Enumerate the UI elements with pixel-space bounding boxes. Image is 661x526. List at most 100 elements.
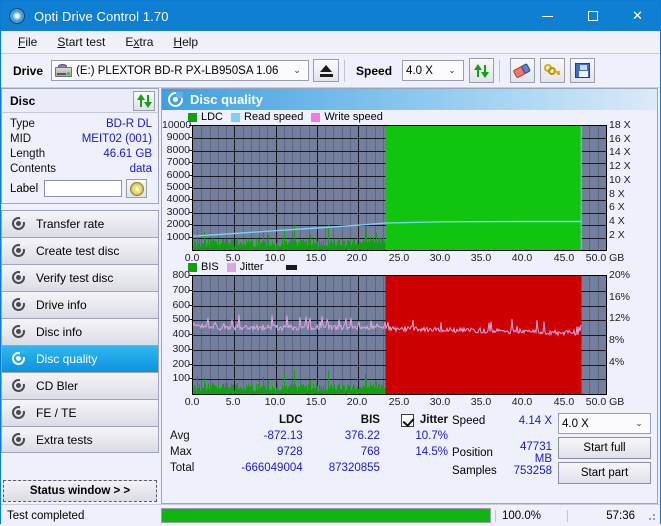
save-button[interactable] xyxy=(570,58,596,83)
disc-refresh-button[interactable] xyxy=(133,90,155,111)
disc-icon xyxy=(11,405,27,421)
keys-button[interactable] xyxy=(540,58,566,83)
speed-label: Speed xyxy=(356,63,393,78)
erase-button[interactable] xyxy=(510,58,536,83)
stats-row-label: Total xyxy=(170,462,195,474)
menu-extra[interactable]: Extra xyxy=(116,33,162,51)
y-axis-tick-label: 1000 xyxy=(166,231,190,243)
y-axis-tick-label: 200 xyxy=(172,358,190,370)
y2-axis-tick-label: 18 X xyxy=(609,119,631,131)
position-readout-label: Position xyxy=(452,447,493,459)
y2-axis-tick-label: 4 X xyxy=(609,215,625,227)
speed-readout-value: 4.14 X xyxy=(518,415,552,427)
menu-bar: File Start test Extra Help xyxy=(1,31,660,54)
test-speed-select[interactable]: 4.0 X ⌄ xyxy=(558,413,651,434)
menu-help[interactable]: Help xyxy=(164,33,207,51)
y-axis-tick xyxy=(189,150,192,151)
disc-icon xyxy=(11,351,27,367)
minimize-button[interactable] xyxy=(525,1,570,31)
grid-line-vertical xyxy=(606,276,607,394)
y-axis-tick xyxy=(189,187,192,188)
refresh-icon xyxy=(474,63,490,78)
stats-row-label: Max xyxy=(170,446,192,458)
sidebar-item-label: CD Bler xyxy=(36,379,79,393)
legend-swatch-write-speed xyxy=(311,112,321,122)
start-part-button[interactable]: Start part xyxy=(558,462,651,484)
resize-grip[interactable] xyxy=(645,510,657,522)
refresh-button[interactable] xyxy=(469,58,495,83)
x-axis-tick-label: 5.0 xyxy=(225,396,241,408)
sidebar-item-disc-quality[interactable]: Disc quality xyxy=(1,345,159,372)
y-axis-tick xyxy=(189,349,192,350)
main-area: Disc Type BD-R DL MID MEIT02 (001) Lengt… xyxy=(1,88,660,504)
chevron-down-icon: ⌄ xyxy=(448,65,456,75)
bis-chart-saturated-block xyxy=(385,276,582,394)
progress-percent: 100.0% xyxy=(495,509,567,522)
sidebar-item-label: Disc info xyxy=(36,325,83,339)
sidebar-item-create-test-disc[interactable]: Create test disc xyxy=(1,237,159,264)
elapsed-time: 57:36 xyxy=(567,509,645,522)
y2-axis-tick-label: 8% xyxy=(609,334,625,346)
ldc-plot-area xyxy=(192,125,607,251)
ldc-chart: LDC Read speed Write speed 10000 9000 8000… xyxy=(162,110,657,264)
legend-swatch-ldc xyxy=(188,112,197,122)
eject-button[interactable] xyxy=(313,59,340,82)
x-axis-tick-label: 15.0 xyxy=(305,396,327,408)
disc-quality-panel: Disc quality LDC Read speed Write speed … xyxy=(161,88,658,504)
disc-section-header: Disc xyxy=(1,88,159,112)
sidebar-item-verify-test-disc[interactable]: Verify test disc xyxy=(1,264,159,291)
y2-axis-tick-label: 16 X xyxy=(609,133,631,145)
eject-icon xyxy=(320,64,333,72)
stats-avg-bis: 376.22 xyxy=(344,430,380,442)
menu-file[interactable]: File xyxy=(9,33,46,51)
legend-label-jitter: Jitter xyxy=(239,261,264,273)
stats-row-label: Avg xyxy=(170,430,190,442)
status-text: Test completed xyxy=(7,509,85,522)
disc-section-title: Disc xyxy=(10,93,36,108)
sidebar-item-disc-info[interactable]: Disc info xyxy=(1,318,159,345)
sidebar-item-transfer-rate[interactable]: Transfer rate xyxy=(1,210,159,237)
sidebar-item-drive-info[interactable]: Drive info xyxy=(1,291,159,318)
test-readouts: Speed 4.14 X Position 47731 MB Samples 7… xyxy=(452,412,558,484)
jitter-checkbox[interactable] xyxy=(400,413,414,427)
sidebar-item-label: Verify test disc xyxy=(36,271,114,285)
bis-chart-legend: BIS Jitter xyxy=(188,261,297,273)
disc-icon xyxy=(11,216,27,232)
sidebar-item-fe-te[interactable]: FE / TE xyxy=(1,399,159,426)
status-window-button[interactable]: Status window > > xyxy=(3,480,157,502)
disc-row-value: data xyxy=(129,162,152,175)
disc-row-value: 46.61 GB xyxy=(103,147,152,160)
sidebar-item-label: Extra tests xyxy=(36,432,93,447)
disc-label-row: Label xyxy=(10,179,152,198)
y-axis-tick-label: 3000 xyxy=(166,206,190,218)
legend-swatch-read-speed xyxy=(231,112,241,122)
jitter-toggle[interactable]: Jitter xyxy=(380,413,448,427)
sidebar-item-extra-tests[interactable]: Extra tests xyxy=(1,426,159,453)
y-axis-tick xyxy=(189,237,192,238)
disc-row-value: MEIT02 (001) xyxy=(81,132,152,145)
disc-label-input[interactable] xyxy=(44,180,123,197)
disc-label-button[interactable] xyxy=(126,179,148,198)
sidebar-item-label: Transfer rate xyxy=(36,217,105,231)
sidebar-item-cd-bler[interactable]: CD Bler xyxy=(1,372,159,399)
y-axis-tick xyxy=(189,364,192,365)
ldc-chart-data-layer xyxy=(193,126,582,250)
disc-quality-icon xyxy=(168,92,183,107)
stats-header-row: LDC BIS Jitter xyxy=(170,412,448,428)
drive-select[interactable]: (E:) PLEXTOR BD-R PX-LB950SA 1.06 ⌄ xyxy=(51,60,310,81)
legend-swatch-bis xyxy=(188,262,197,272)
y2-axis-tick-label: 6 X xyxy=(609,201,625,213)
menu-start-test[interactable]: Start test xyxy=(48,33,114,51)
speed-readout: Speed 4.14 X xyxy=(452,412,558,430)
y-axis-tick-label: 100 xyxy=(172,372,190,384)
start-full-button[interactable]: Start full xyxy=(558,437,651,459)
disc-row-value: BD-R DL xyxy=(105,117,152,130)
menu-extra-label: tra xyxy=(139,35,154,49)
speed-select[interactable]: 4.0 X ⌄ xyxy=(402,60,465,81)
samples-readout-value: 753258 xyxy=(513,465,552,477)
close-button[interactable]: ✕ xyxy=(615,1,660,31)
disc-info: Type BD-R DL MID MEIT02 (001) Length 46.… xyxy=(1,112,159,204)
x-axis-tick-label: 30.0 xyxy=(429,396,451,408)
y-axis-tick xyxy=(189,125,192,126)
maximize-button[interactable] xyxy=(570,1,615,31)
